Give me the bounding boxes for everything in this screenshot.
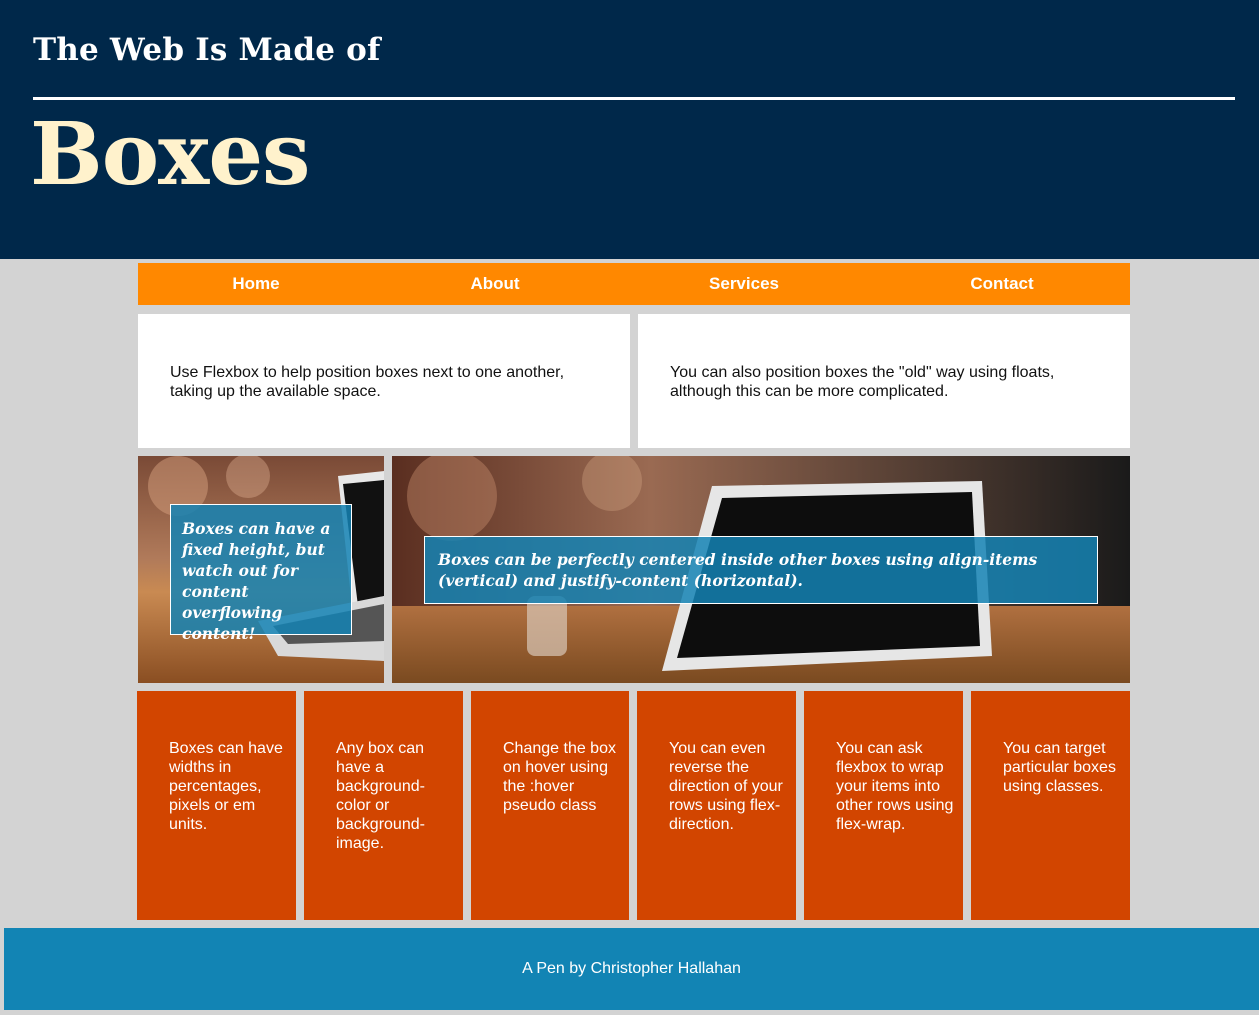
nav-link-about[interactable]: About	[470, 263, 519, 305]
caption-centered-boxes: Boxes can be perfectly centered inside o…	[424, 536, 1098, 604]
tile-hover[interactable]: Change the box on hover using the :hover…	[471, 691, 629, 920]
tile-reverse-direction[interactable]: You can even reverse the direction of yo…	[637, 691, 796, 920]
page-title: Boxes	[30, 104, 310, 205]
tile-text: You can target particular boxes using cl…	[1003, 740, 1116, 795]
tile-flex-wrap[interactable]: You can ask flexbox to wrap your items i…	[804, 691, 963, 920]
intro-card-flexbox: Use Flexbox to help position boxes next …	[138, 314, 630, 448]
header-divider	[33, 97, 1235, 100]
tile-widths[interactable]: Boxes can have widths in percentages, pi…	[137, 691, 296, 920]
caption-fixed-height: Boxes can have a fixed height, but watch…	[170, 504, 352, 643]
tile-text: You can even reverse the direction of yo…	[669, 740, 783, 833]
feature-image-small: Boxes can have a fixed height, but watch…	[138, 456, 384, 683]
footer-credit: A Pen by Christopher Hallahan	[522, 960, 741, 977]
nav-link-contact[interactable]: Contact	[970, 263, 1033, 305]
nav-link-home[interactable]: Home	[232, 263, 279, 305]
page-header: The Web Is Made of Boxes	[0, 0, 1259, 259]
feature-image-large: Boxes can be perfectly centered inside o…	[392, 456, 1130, 683]
intro-text-flexbox: Use Flexbox to help position boxes next …	[170, 364, 565, 400]
tile-text: Any box can have a background-color or b…	[336, 740, 425, 852]
intro-text-floats: You can also position boxes the "old" wa…	[670, 364, 1055, 400]
tile-background[interactable]: Any box can have a background-color or b…	[304, 691, 463, 920]
tile-text: Boxes can have widths in percentages, pi…	[169, 740, 283, 833]
tile-text: You can ask flexbox to wrap your items i…	[836, 740, 954, 833]
intro-card-floats: You can also position boxes the "old" wa…	[638, 314, 1130, 448]
header-subtitle: The Web Is Made of	[33, 32, 381, 68]
nav-link-services[interactable]: Services	[709, 263, 779, 305]
page-footer: A Pen by Christopher Hallahan	[4, 928, 1259, 1010]
main-nav: Home About Services Contact	[138, 263, 1130, 305]
tile-text: Change the box on hover using the :hover…	[503, 740, 616, 814]
tile-classes[interactable]: You can target particular boxes using cl…	[971, 691, 1130, 920]
